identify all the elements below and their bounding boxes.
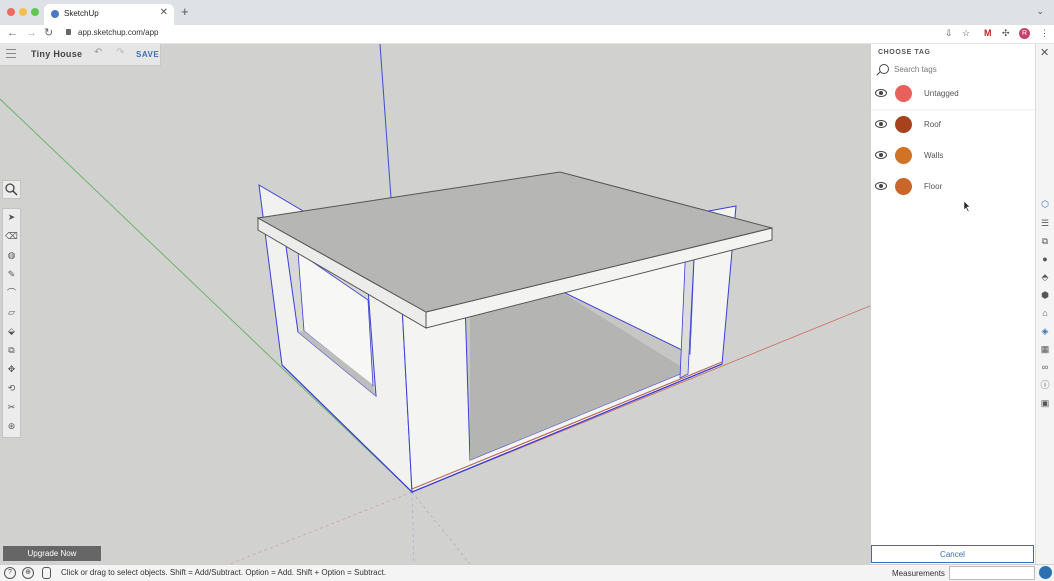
move-icon[interactable]: ✥ (3, 361, 20, 378)
orbit-icon[interactable]: ⊛ (3, 418, 20, 435)
tag-name: Floor (924, 182, 943, 191)
gmail-extension-icon[interactable]: M (984, 28, 992, 39)
tiny-house-model[interactable] (0, 44, 870, 564)
choose-tag-panel: CHOOSE TAG Untagged Roof Walls Floor Can… (870, 44, 1035, 564)
tool-palette: ➤ ⌫ ◍ ✎ ⌒ ▱ ⬙ ⧉ ✥ ⟲ ✂ ⊛ (2, 208, 21, 438)
mouse-cursor-icon (964, 201, 971, 212)
tag-color-swatch (895, 85, 912, 102)
extensions-puzzle-icon[interactable]: ✣ (1002, 28, 1010, 39)
lock-icon (66, 29, 71, 35)
measurements-input[interactable] (949, 566, 1035, 580)
sketchup-favicon-icon (51, 10, 59, 18)
styles-icon[interactable]: ⬘ (1040, 272, 1050, 282)
close-window-button[interactable] (7, 8, 15, 16)
display-icon[interactable]: ▦ (1040, 344, 1050, 354)
tag-color-swatch (895, 116, 912, 133)
model-title[interactable]: Tiny House (31, 49, 82, 59)
visibility-eye-icon[interactable] (875, 182, 887, 190)
pencil-line-icon[interactable]: ✎ (3, 266, 20, 283)
paint-bucket-icon[interactable]: ◍ (3, 247, 20, 264)
offset-icon[interactable]: ⧉ (3, 342, 20, 359)
profile-avatar[interactable]: R (1019, 28, 1030, 39)
tag-row-walls[interactable]: Walls (871, 140, 1035, 171)
tab-search-icon[interactable]: ⌄ (1036, 6, 1044, 17)
push-pull-icon[interactable]: ⬙ (3, 323, 20, 340)
visibility-eye-icon[interactable] (875, 120, 887, 128)
cancel-button[interactable]: Cancel (871, 545, 1034, 563)
materials-icon[interactable]: ● (1040, 254, 1050, 264)
search-icon (879, 64, 889, 74)
green-axis-dashed (411, 491, 471, 564)
tag-search-input[interactable] (894, 63, 1024, 75)
url-field[interactable]: app.sketchup.com/app (78, 28, 159, 37)
model-title-bar: Tiny House ↶ ↷ SAVE (0, 44, 161, 66)
help-icon[interactable]: ? (4, 567, 16, 579)
model-viewport[interactable] (0, 44, 870, 564)
redo-icon[interactable]: ↷ (116, 47, 124, 58)
browser-tab[interactable]: SketchUp ✕ (44, 4, 174, 25)
measurements-label: Measurements (892, 569, 945, 578)
minimize-window-button[interactable] (19, 8, 27, 16)
tag-name: Untagged (924, 89, 959, 98)
mouse-icon[interactable] (42, 567, 51, 579)
outliner-icon[interactable]: ☰ (1040, 218, 1050, 228)
3d-warehouse-icon[interactable]: ⬢ (1040, 290, 1050, 300)
install-app-icon[interactable]: ⇩ (945, 28, 953, 39)
tags-icon[interactable]: ◈ (1040, 326, 1050, 336)
tab-title: SketchUp (64, 9, 99, 18)
search-tool-button[interactable] (2, 180, 21, 199)
view-glasses-icon[interactable]: ∞ (1040, 362, 1050, 372)
upgrade-button[interactable]: Upgrade Now (3, 546, 101, 561)
tag-color-swatch (895, 147, 912, 164)
status-hint: Click or drag to select objects. Shift =… (61, 568, 387, 577)
components-icon[interactable]: ⧉ (1040, 236, 1050, 246)
browser-menu-icon[interactable]: ⋮ (1040, 28, 1049, 39)
visibility-eye-icon[interactable] (875, 151, 887, 159)
select-icon[interactable]: ➤ (3, 209, 20, 226)
instructor-info-icon[interactable]: ⓘ (1040, 380, 1050, 390)
tag-row-roof[interactable]: Roof (871, 109, 1035, 140)
tag-name: Roof (924, 120, 941, 129)
new-tab-button[interactable]: + (181, 5, 189, 18)
close-tab-icon[interactable]: ✕ (160, 7, 168, 18)
forward-icon[interactable]: → (26, 27, 37, 40)
red-axis-dashed (229, 491, 413, 564)
address-bar: ← → ↻ app.sketchup.com/app ⇩ ☆ M ✣ R ⋮ (0, 25, 1054, 44)
panel-title: CHOOSE TAG (878, 49, 931, 56)
save-button[interactable]: SAVE (136, 50, 159, 59)
sketchup-logo-icon (1039, 566, 1052, 579)
tag-row-floor[interactable]: Floor (871, 171, 1035, 202)
visibility-eye-icon[interactable] (875, 89, 887, 97)
eraser-icon[interactable]: ⌫ (3, 228, 20, 245)
tag-color-swatch (895, 178, 912, 195)
browser-tab-bar: SketchUp ✕ + ⌄ (0, 0, 1054, 25)
back-icon[interactable]: ← (7, 27, 18, 40)
magnifier-icon (5, 183, 18, 196)
rectangle-icon[interactable]: ▱ (3, 304, 20, 321)
right-panel-rail: ✕ ⬡ ☰ ⧉ ● ⬘ ⬢ ⌂ ◈ ▦ ∞ ⓘ ▣ (1035, 44, 1054, 564)
hamburger-menu-icon[interactable] (6, 49, 16, 61)
entity-info-icon[interactable]: ⬡ (1040, 199, 1050, 209)
zoom-window-button[interactable] (31, 8, 39, 16)
blue-axis-dashed (411, 491, 415, 564)
undo-icon[interactable]: ↶ (94, 47, 102, 58)
tape-measure-icon[interactable]: ✂ (3, 399, 20, 416)
bookmark-star-icon[interactable]: ☆ (962, 28, 970, 39)
solar-north-icon[interactable]: ▣ (1040, 398, 1050, 408)
tag-row-untagged[interactable]: Untagged (871, 78, 1035, 109)
reload-icon[interactable]: ↻ (44, 27, 53, 40)
globe-icon[interactable]: ⊕ (22, 567, 34, 579)
scenes-icon[interactable]: ⌂ (1040, 308, 1050, 318)
tag-name: Walls (924, 151, 944, 160)
rotate-icon[interactable]: ⟲ (3, 380, 20, 397)
close-panel-icon[interactable]: ✕ (1040, 46, 1049, 59)
status-bar: ? ⊕ Click or drag to select objects. Shi… (0, 564, 1054, 581)
tag-search-box (871, 60, 1035, 79)
arc-icon[interactable]: ⌒ (3, 285, 20, 302)
